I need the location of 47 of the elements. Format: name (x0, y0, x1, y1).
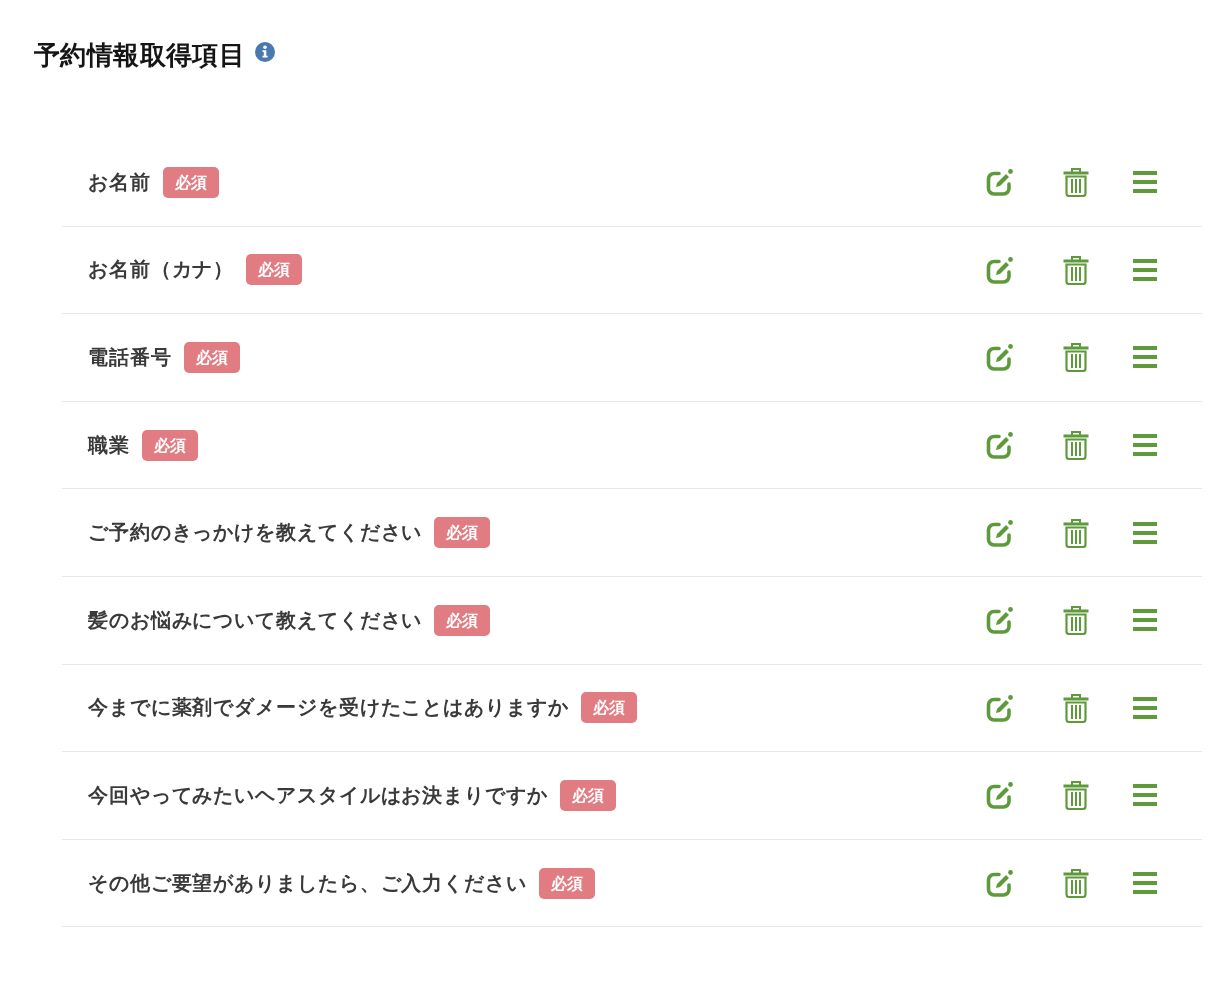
trash-icon (1063, 780, 1089, 811)
drag-handle-icon (1133, 608, 1157, 633)
drag-handle-icon (1133, 520, 1157, 545)
drag-handle-icon (1133, 257, 1157, 282)
field-label: 電話番号 (88, 345, 172, 371)
field-label: 今までに薬剤でダメージを受けたことはありますか (88, 695, 569, 722)
edit-icon (986, 255, 1014, 284)
field-label: お名前 (88, 169, 151, 196)
field-label: 髪のお悩みについて教えてください (88, 607, 423, 634)
trash-icon (1063, 517, 1089, 548)
drag-handle-icon (1133, 695, 1157, 720)
required-badge: 必須 (434, 604, 491, 636)
required-badge: 必須 (246, 254, 303, 286)
trash-icon (1063, 342, 1089, 373)
edit-icon (986, 518, 1014, 547)
field-label: 職業 (88, 432, 130, 459)
drag-handle-icon (1133, 871, 1157, 896)
required-badge: 必須 (580, 692, 637, 724)
trash-icon (1063, 605, 1089, 636)
edit-icon (986, 781, 1014, 810)
edit-icon (986, 693, 1014, 722)
required-badge: 必須 (162, 166, 219, 198)
drag-handle-icon (1133, 345, 1157, 370)
field-label: お名前（カナ） (88, 257, 235, 284)
edit-icon (986, 606, 1014, 635)
field-label: その他ご要望がありましたら、ご入力ください (88, 870, 527, 897)
field-label: ご予約のきっかけを教えてください (88, 520, 423, 547)
drag-handle-icon (1133, 433, 1157, 458)
drag-handle-icon (1133, 783, 1157, 808)
trash-icon (1063, 692, 1089, 723)
required-badge: 必須 (183, 342, 240, 373)
field-label: 今回やってみたいヘアスタイルはお決まりですか (88, 782, 548, 809)
trash-icon (1063, 167, 1089, 198)
edit-icon (986, 869, 1014, 898)
drag-handle-icon (1133, 170, 1157, 195)
trash-icon (1063, 430, 1089, 461)
trash-icon (1063, 254, 1089, 285)
edit-icon (986, 431, 1014, 460)
trash-icon (1063, 868, 1089, 899)
required-badge: 必須 (559, 779, 616, 811)
required-badge: 必須 (538, 867, 595, 899)
edit-icon (986, 168, 1014, 197)
required-badge: 必須 (434, 517, 491, 549)
required-badge: 必須 (141, 429, 198, 461)
page-title: 予約情報取得項目 (34, 38, 246, 72)
info-icon[interactable] (255, 42, 276, 62)
edit-icon (986, 343, 1014, 372)
